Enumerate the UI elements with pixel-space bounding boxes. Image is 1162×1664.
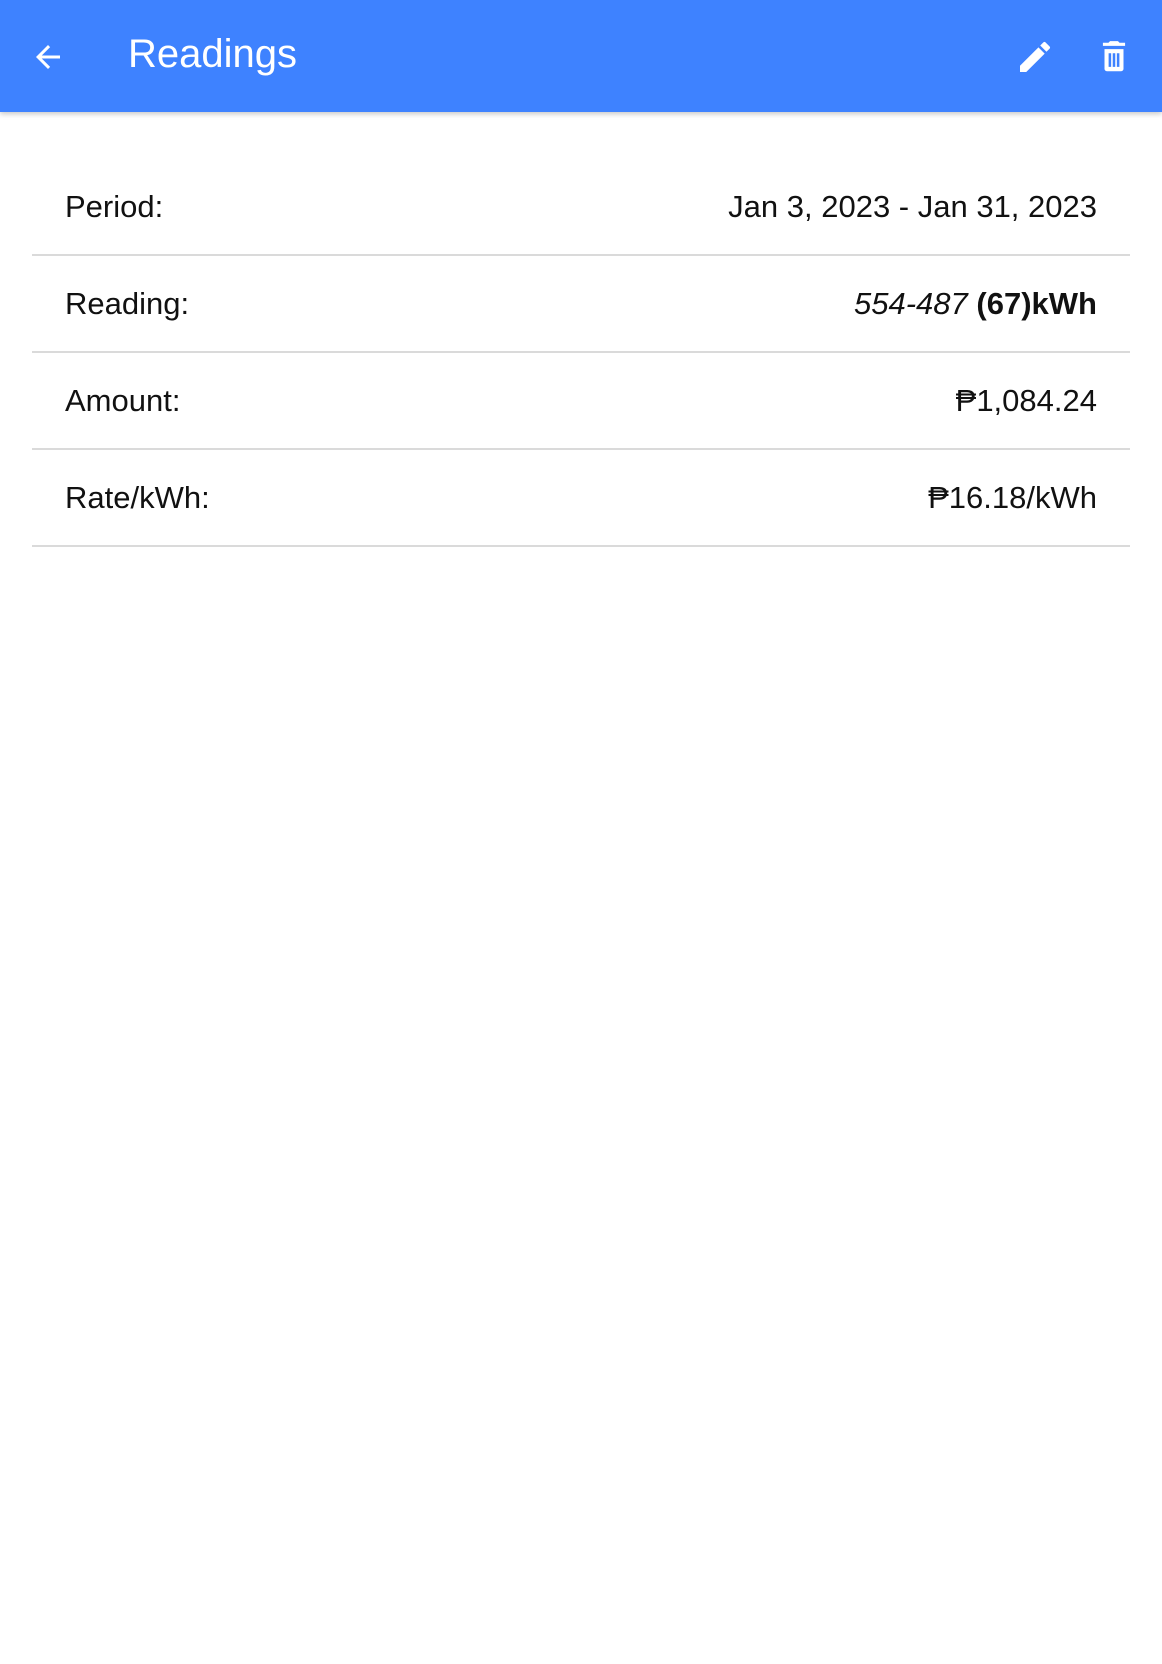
reading-details-list: Period: Jan 3, 2023 - Jan 31, 2023 Readi… xyxy=(32,159,1130,547)
period-value: Jan 3, 2023 - Jan 31, 2023 xyxy=(728,188,1097,224)
period-row: Period: Jan 3, 2023 - Jan 31, 2023 xyxy=(32,159,1130,256)
arrow-back-icon xyxy=(36,45,60,69)
reading-total: (67)kWh xyxy=(976,285,1097,321)
rate-row: Rate/kWh: ₱16.18/kWh xyxy=(32,450,1130,547)
reading-range: 554-487 xyxy=(854,285,968,321)
period-label: Period: xyxy=(65,188,164,224)
app-bar: Readings xyxy=(0,0,1162,112)
trash-icon xyxy=(1102,41,1126,72)
amount-value: ₱1,084.24 xyxy=(955,382,1097,418)
amount-row: Amount: ₱1,084.24 xyxy=(32,353,1130,450)
rate-value: ₱16.18/kWh xyxy=(928,479,1097,515)
rate-label: Rate/kWh: xyxy=(65,479,210,515)
reading-value: 554-487 (67)kWh xyxy=(854,286,1097,322)
page-title: Readings xyxy=(128,32,298,76)
back-button[interactable] xyxy=(22,31,74,83)
reading-row: Reading: 554-487 (67)kWh xyxy=(32,256,1130,353)
delete-button[interactable] xyxy=(1088,31,1140,83)
amount-label: Amount: xyxy=(65,382,181,418)
edit-button[interactable] xyxy=(1009,31,1061,83)
pencil-icon xyxy=(1020,41,1051,72)
reading-label: Reading: xyxy=(65,285,190,321)
